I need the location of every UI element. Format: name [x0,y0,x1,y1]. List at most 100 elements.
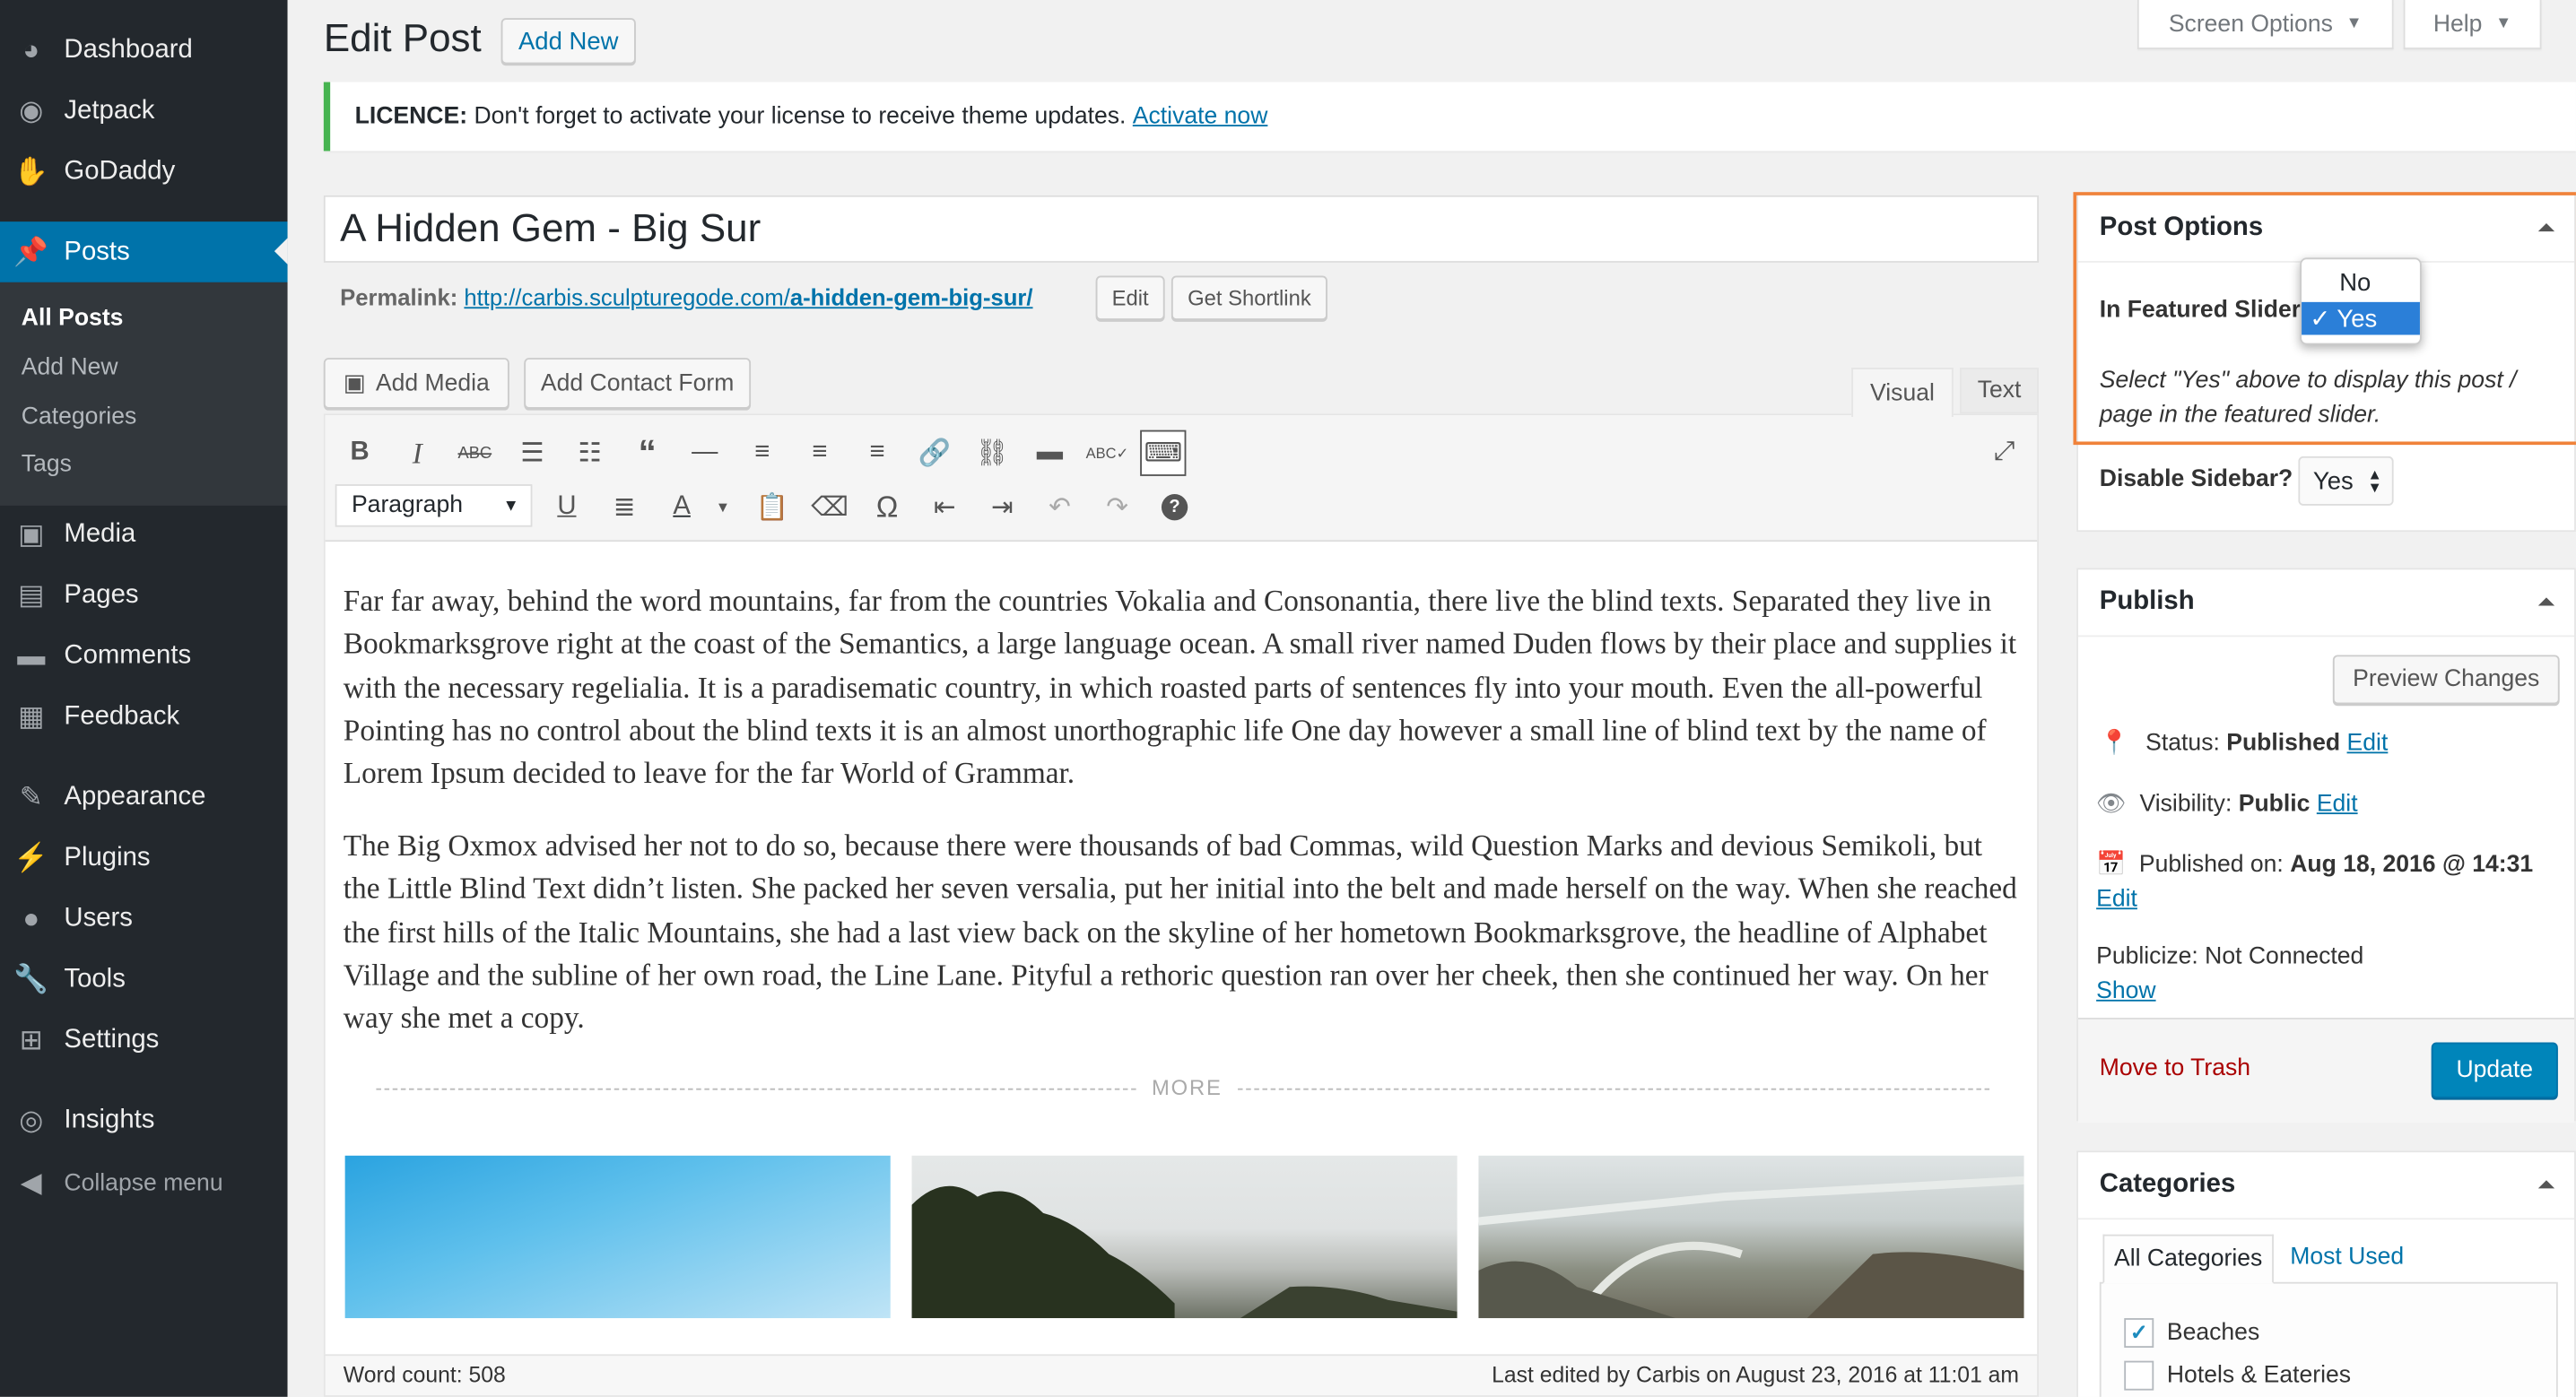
show-publicize-link[interactable]: Show [2096,978,2155,1004]
screen-options-tab[interactable]: Screen Options ▼ [2137,0,2394,49]
edit-status-link[interactable]: Edit [2347,731,2389,757]
post-title-input[interactable]: A Hidden Gem - Big Sur [323,195,2040,263]
move-to-trash-link[interactable]: Move to Trash [2100,1055,2250,1081]
update-button[interactable]: Update [2431,1042,2558,1098]
align-right-icon[interactable]: ≡ [854,430,900,476]
submenu-add-new[interactable]: Add New [22,354,118,380]
link-icon[interactable]: 🔗 [912,430,958,476]
redo-icon[interactable]: ↷ [1094,484,1140,530]
bold-icon[interactable]: B [336,430,382,476]
publish-header[interactable]: Publish [2077,569,2575,638]
bridge-graphic [1478,1176,2024,1319]
tab-visual[interactable]: Visual [1851,368,1954,417]
permalink-label: Permalink: [340,283,458,311]
gallery-image-bridge[interactable] [1478,1155,2024,1319]
disable-sidebar-select[interactable]: Yes ▲ ▼ [2298,456,2394,506]
collapse-triangle-icon[interactable] [2537,1180,2555,1189]
help-tab[interactable]: Help ▼ [2403,0,2542,49]
help-icon[interactable]: ? [1152,484,1197,530]
blockquote-icon[interactable]: “ [624,430,670,476]
add-media-label: Add Media [375,369,490,397]
unlink-icon[interactable]: ⛓ [970,430,1015,476]
tab-text[interactable]: Text [1960,368,2040,414]
menu-dashboard[interactable]: ◕ Dashboard [0,20,288,81]
menu-appearance[interactable]: ✎ Appearance [0,767,288,828]
gallery-image-sky[interactable] [344,1155,891,1319]
menu-plugins[interactable]: ⚡ Plugins [0,828,288,889]
text-color-dropdown-icon[interactable]: ▼ [700,484,745,530]
spellcheck-icon[interactable]: ABC✓ [1084,430,1130,476]
align-left-icon[interactable]: ≡ [739,430,785,476]
menu-comments[interactable]: ▬ Comments [0,625,288,686]
checkbox-icon[interactable] [2124,1360,2154,1391]
featured-slider-dropdown[interactable]: No ✓ Yes [2300,257,2422,345]
menu-godaddy[interactable]: ✋ GoDaddy [0,141,288,202]
undo-icon[interactable]: ↶ [1037,484,1083,530]
menu-tools[interactable]: 🔧 Tools [0,949,288,1010]
category-item[interactable]: Hotels & Eateries [2124,1360,2351,1391]
menu-label: Settings [64,1025,160,1054]
add-contact-form-button[interactable]: Add Contact Form [524,358,752,409]
tab-most-used[interactable]: Most Used [2290,1245,2404,1271]
collapse-menu[interactable]: ◀ Collapse menu [0,1152,288,1213]
page-title: Edit Post [323,16,482,61]
submenu-all-posts[interactable]: All Posts [22,306,124,332]
menu-feedback[interactable]: ▦ Feedback [0,686,288,747]
menu-media[interactable]: ▣ Media [0,504,288,565]
collapse-triangle-icon[interactable] [2537,222,2555,232]
editor-content[interactable]: Far far away, behind the word mountains,… [344,579,2019,1068]
edit-visibility-link[interactable]: Edit [2317,791,2358,817]
read-more-icon[interactable]: ▬ [1027,430,1073,476]
numbered-list-icon[interactable]: ☷ [567,430,613,476]
gallery-image-coast[interactable] [911,1155,1458,1319]
fullscreen-icon[interactable]: ⤢ [1981,430,2027,476]
outdent-icon[interactable]: ⇤ [922,484,968,530]
activate-now-link[interactable]: Activate now [1133,103,1268,129]
paste-text-icon[interactable]: 📋 [749,484,795,530]
categories-header[interactable]: Categories [2077,1152,2575,1220]
menu-posts[interactable]: 📌 Posts [0,221,288,282]
triangle-down-icon: ▼ [2495,14,2512,33]
format-select[interactable]: Paragraph ▼ [335,484,533,527]
menu-pages[interactable]: ▤ Pages [0,565,288,626]
italic-icon[interactable]: I [395,430,440,476]
calendar-icon: 📅 [2096,852,2127,879]
category-item[interactable]: ✓ Beaches [2124,1318,2259,1349]
menu-label: Posts [64,237,130,265]
special-character-icon[interactable]: Ω [864,484,909,530]
preview-changes-button[interactable]: Preview Changes [2332,655,2560,705]
visibility-row: 👁 Visibility: Public Edit [2096,790,2358,817]
text-color-icon[interactable]: A [658,484,704,530]
menu-insights[interactable]: ◎ Insights [0,1090,288,1151]
menu-users[interactable]: ● Users [0,888,288,949]
toolbar-toggle-icon[interactable]: ⌨ [1140,430,1187,476]
get-shortlink-button[interactable]: Get Shortlink [1171,275,1327,320]
strikethrough-icon[interactable]: ABC [452,430,498,476]
clear-formatting-icon[interactable]: ⌫ [806,484,852,530]
justify-icon[interactable]: ≣ [601,484,647,530]
bullet-list-icon[interactable]: ☰ [509,430,555,476]
submenu-tags[interactable]: Tags [22,451,72,477]
post-options-header[interactable]: Post Options [2077,195,2575,263]
menu-settings[interactable]: ⊞ Settings [0,1010,288,1071]
insights-icon: ◎ [19,1104,44,1135]
edit-permalink-button[interactable]: Edit [1095,275,1165,320]
posts-submenu: All Posts Add New Categories Tags [0,282,288,506]
add-new-button[interactable]: Add New [500,18,636,65]
appearance-icon: ✎ [19,780,43,812]
menu-jetpack[interactable]: ◉ Jetpack [0,81,288,142]
option-yes[interactable]: ✓ Yes [2302,301,2420,335]
permalink-url[interactable]: http://carbis.sculpturegode.com/a-hidden… [464,284,1032,310]
align-center-icon[interactable]: ≡ [796,430,842,476]
collapse-triangle-icon[interactable] [2537,597,2555,606]
indent-icon[interactable]: ⇥ [979,484,1025,530]
tab-all-categories[interactable]: All Categories [2102,1234,2274,1284]
horizontal-line-icon[interactable]: — [682,430,727,476]
checkbox-checked-icon[interactable]: ✓ [2124,1318,2154,1349]
comments-icon: ▬ [17,639,46,671]
underline-icon[interactable]: U [544,484,589,530]
add-media-button[interactable]: ▣ Add Media [323,358,509,409]
submenu-categories[interactable]: Categories [22,403,136,430]
option-no[interactable]: No [2302,266,2420,300]
edit-date-link[interactable]: Edit [2096,887,2137,913]
